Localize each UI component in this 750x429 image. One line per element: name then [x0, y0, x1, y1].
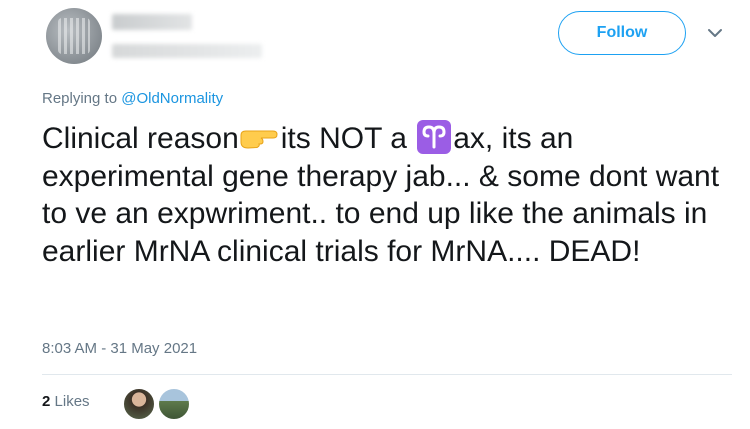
tweet-timestamp[interactable]: 8:03 AM - 31 May 2021	[42, 340, 197, 357]
aries-emoji-icon	[417, 120, 452, 154]
follow-button[interactable]: Follow	[558, 11, 686, 55]
replying-to-label: Replying to	[42, 90, 118, 107]
pointing-right-emoji-icon	[239, 123, 279, 149]
mention-link[interactable]: @OldNormality	[121, 90, 223, 107]
likes-count[interactable]: 2 Likes	[42, 393, 90, 410]
chevron-down-icon[interactable]	[706, 24, 724, 42]
divider	[42, 374, 732, 375]
liker-avatar[interactable]	[122, 387, 156, 421]
likes-number: 2	[42, 393, 51, 410]
author-avatar[interactable]	[46, 8, 102, 64]
author-handle-redacted[interactable]	[112, 44, 262, 58]
tweet-text-part1: Clinical reason	[42, 122, 239, 155]
liker-avatar[interactable]	[157, 387, 191, 421]
tweet-text: Clinical reason its NOT a ax, its an expe…	[42, 120, 722, 270]
author-name-redacted[interactable]	[112, 14, 192, 30]
likes-label: Likes	[54, 393, 90, 410]
tweet-text-part2: its NOT a	[280, 122, 416, 155]
replying-to-line: Replying to @OldNormality	[42, 90, 223, 107]
